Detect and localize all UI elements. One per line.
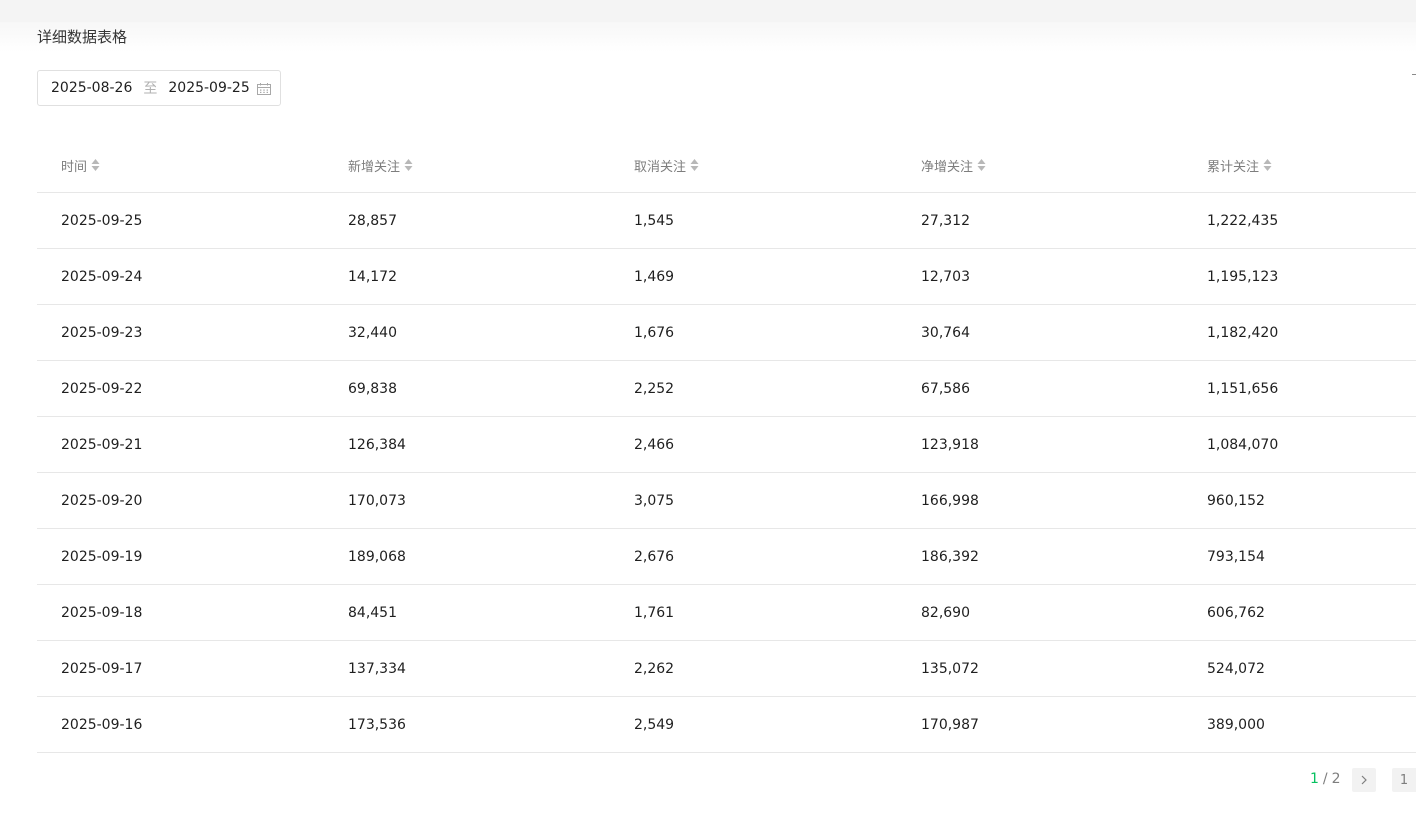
- column-header-label: 时间: [61, 159, 88, 175]
- cell-unfollows: 3,075: [634, 492, 675, 509]
- data-table: 时间 新增关注 取消关注 净增关注 累计关注 2025-09-25 28,857…: [37, 138, 1416, 753]
- table-row: 2025-09-22 69,838 2,252 67,586 1,151,656: [37, 361, 1416, 417]
- edge-mark: [1412, 74, 1416, 75]
- top-shadow: [0, 22, 1416, 52]
- cell-total-follows: 524,072: [1207, 660, 1265, 677]
- next-page-button[interactable]: [1352, 768, 1376, 792]
- cell-unfollows: 2,549: [634, 716, 675, 733]
- cell-total-follows: 1,195,123: [1207, 268, 1279, 285]
- cell-net-follows: 170,987: [921, 716, 979, 733]
- calendar-icon[interactable]: [257, 83, 271, 95]
- cell-total-follows: 1,222,435: [1207, 212, 1279, 229]
- cell-net-follows: 12,703: [921, 268, 970, 285]
- column-header-net-follows[interactable]: 净增关注: [921, 138, 986, 192]
- page-jump-input[interactable]: [1392, 768, 1416, 792]
- cell-net-follows: 186,392: [921, 548, 979, 565]
- cell-net-follows: 166,998: [921, 492, 979, 509]
- column-header-total-follows[interactable]: 累计关注: [1207, 138, 1272, 192]
- cell-new-follows: 28,857: [348, 212, 397, 229]
- cell-unfollows: 2,252: [634, 380, 675, 397]
- cell-net-follows: 27,312: [921, 212, 970, 229]
- page-total: 2: [1331, 771, 1341, 787]
- column-header-label: 取消关注: [634, 159, 687, 175]
- cell-total-follows: 793,154: [1207, 548, 1265, 565]
- cell-new-follows: 173,536: [348, 716, 406, 733]
- sort-icon[interactable]: [404, 158, 413, 172]
- column-header-new-follows[interactable]: 新增关注: [348, 138, 413, 192]
- cell-unfollows: 1,676: [634, 324, 675, 341]
- cell-time: 2025-09-22: [61, 380, 143, 397]
- table-row: 2025-09-16 173,536 2,549 170,987 389,000: [37, 697, 1416, 753]
- top-band: [0, 0, 1416, 22]
- sort-icon[interactable]: [91, 158, 100, 172]
- cell-total-follows: 1,151,656: [1207, 380, 1279, 397]
- cell-total-follows: 1,182,420: [1207, 324, 1279, 341]
- chevron-right-icon: [1361, 775, 1367, 785]
- cell-time: 2025-09-18: [61, 604, 143, 621]
- column-header-unfollows[interactable]: 取消关注: [634, 138, 699, 192]
- date-range-picker[interactable]: 2025-08-26 至 2025-09-25: [37, 70, 281, 106]
- pagination-indicator: 1 / 2: [1310, 766, 1341, 792]
- section-title: 详细数据表格: [37, 28, 128, 46]
- cell-total-follows: 960,152: [1207, 492, 1265, 509]
- sort-icon[interactable]: [977, 158, 986, 172]
- cell-net-follows: 135,072: [921, 660, 979, 677]
- date-separator: 至: [143, 81, 158, 97]
- cell-total-follows: 606,762: [1207, 604, 1265, 621]
- cell-time: 2025-09-25: [61, 212, 143, 229]
- cell-net-follows: 67,586: [921, 380, 970, 397]
- cell-time: 2025-09-16: [61, 716, 143, 733]
- cell-total-follows: 1,084,070: [1207, 436, 1279, 453]
- cell-unfollows: 2,262: [634, 660, 675, 677]
- cell-unfollows: 2,466: [634, 436, 675, 453]
- cell-new-follows: 32,440: [348, 324, 397, 341]
- cell-net-follows: 30,764: [921, 324, 970, 341]
- cell-time: 2025-09-19: [61, 548, 143, 565]
- cell-new-follows: 126,384: [348, 436, 406, 453]
- cell-new-follows: 189,068: [348, 548, 406, 565]
- cell-time: 2025-09-23: [61, 324, 143, 341]
- table-row: 2025-09-24 14,172 1,469 12,703 1,195,123: [37, 249, 1416, 305]
- cell-unfollows: 1,469: [634, 268, 675, 285]
- date-start[interactable]: 2025-08-26: [51, 80, 132, 96]
- table-row: 2025-09-17 137,334 2,262 135,072 524,072: [37, 641, 1416, 697]
- column-header-label: 净增关注: [921, 159, 974, 175]
- cell-unfollows: 2,676: [634, 548, 675, 565]
- date-end[interactable]: 2025-09-25: [168, 80, 249, 96]
- table-row: 2025-09-23 32,440 1,676 30,764 1,182,420: [37, 305, 1416, 361]
- table-row: 2025-09-20 170,073 3,075 166,998 960,152: [37, 473, 1416, 529]
- page-slash: /: [1322, 771, 1328, 787]
- cell-total-follows: 389,000: [1207, 716, 1265, 733]
- column-header-label: 新增关注: [348, 159, 401, 175]
- cell-time: 2025-09-17: [61, 660, 143, 677]
- cell-net-follows: 123,918: [921, 436, 979, 453]
- cell-unfollows: 1,545: [634, 212, 675, 229]
- cell-new-follows: 14,172: [348, 268, 397, 285]
- table-row: 2025-09-25 28,857 1,545 27,312 1,222,435: [37, 193, 1416, 249]
- column-header-label: 累计关注: [1207, 159, 1260, 175]
- cell-new-follows: 170,073: [348, 492, 406, 509]
- page-current: 1: [1310, 771, 1319, 787]
- sort-icon[interactable]: [1263, 158, 1272, 172]
- column-header-time[interactable]: 时间: [61, 138, 100, 192]
- table-row: 2025-09-21 126,384 2,466 123,918 1,084,0…: [37, 417, 1416, 473]
- sort-icon[interactable]: [690, 158, 699, 172]
- table-row: 2025-09-18 84,451 1,761 82,690 606,762: [37, 585, 1416, 641]
- cell-time: 2025-09-20: [61, 492, 143, 509]
- table-header: 时间 新增关注 取消关注 净增关注 累计关注: [37, 138, 1416, 193]
- cell-new-follows: 84,451: [348, 604, 397, 621]
- cell-time: 2025-09-24: [61, 268, 143, 285]
- cell-new-follows: 69,838: [348, 380, 397, 397]
- cell-new-follows: 137,334: [348, 660, 406, 677]
- cell-time: 2025-09-21: [61, 436, 143, 453]
- cell-unfollows: 1,761: [634, 604, 675, 621]
- cell-net-follows: 82,690: [921, 604, 970, 621]
- table-row: 2025-09-19 189,068 2,676 186,392 793,154: [37, 529, 1416, 585]
